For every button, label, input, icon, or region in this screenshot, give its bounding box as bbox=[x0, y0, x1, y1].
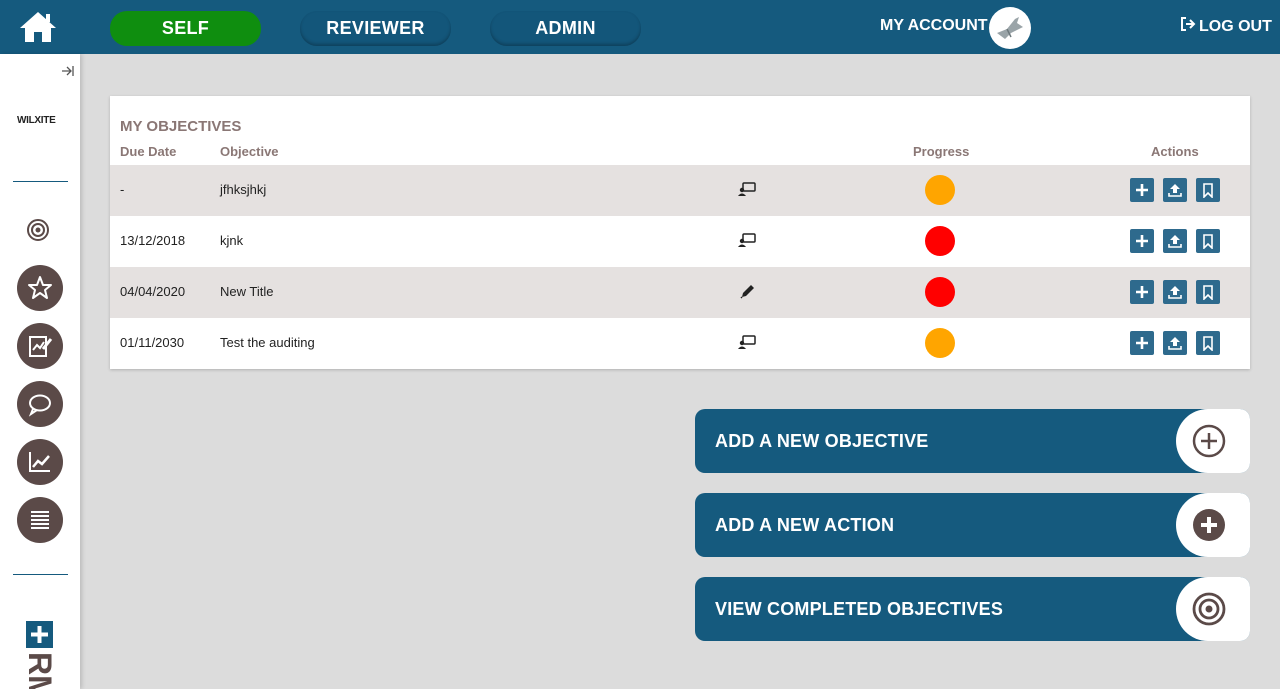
add-action-button[interactable] bbox=[1130, 178, 1154, 202]
cta-icon-holder bbox=[1176, 493, 1250, 557]
objectives-title: MY OBJECTIVES bbox=[120, 118, 242, 135]
my-account-link[interactable]: MY ACCOUNT bbox=[880, 17, 988, 35]
upload-icon[interactable] bbox=[1163, 229, 1187, 253]
nav-tab-admin[interactable]: ADMIN bbox=[490, 11, 641, 46]
home-icon[interactable] bbox=[18, 10, 58, 44]
objective-title[interactable]: jfhksjhkj bbox=[220, 182, 266, 197]
list-icon[interactable] bbox=[17, 497, 63, 543]
table-row[interactable]: 13/12/2018 kjnk bbox=[110, 216, 1250, 267]
nav-tab-reviewer[interactable]: REVIEWER bbox=[300, 11, 451, 46]
view-completed-objectives-button[interactable]: VIEW COMPLETED OBJECTIVES bbox=[695, 577, 1250, 641]
sidebar: WILXITE RM bbox=[0, 54, 80, 689]
sidebar-divider bbox=[13, 181, 68, 182]
chart-icon[interactable] bbox=[17, 439, 63, 485]
cta-icon-holder bbox=[1176, 409, 1250, 473]
table-row[interactable]: 01/11/2030 Test the auditing bbox=[110, 318, 1250, 369]
add-action-button[interactable] bbox=[1130, 280, 1154, 304]
objective-title[interactable]: Test the auditing bbox=[220, 335, 315, 350]
logout-label: LOG OUT bbox=[1199, 17, 1272, 35]
logout-icon bbox=[1180, 17, 1196, 36]
due-date: 13/12/2018 bbox=[120, 233, 186, 248]
upload-icon[interactable] bbox=[1163, 280, 1187, 304]
chat-icon[interactable] bbox=[738, 334, 756, 350]
add-action-button[interactable]: ADD A NEW ACTION bbox=[695, 493, 1250, 557]
progress-indicator bbox=[925, 175, 955, 205]
sidebar-divider bbox=[13, 574, 68, 575]
brand-plus-icon bbox=[26, 621, 53, 648]
add-action-label: ADD A NEW ACTION bbox=[715, 515, 895, 535]
avatar[interactable] bbox=[989, 7, 1031, 49]
upload-icon[interactable] bbox=[1163, 331, 1187, 355]
column-header-progress: Progress bbox=[913, 144, 970, 159]
view-completed-label: VIEW COMPLETED OBJECTIVES bbox=[715, 599, 1004, 619]
nav-tab-self[interactable]: SELF bbox=[110, 11, 261, 46]
bookmark-icon[interactable] bbox=[1196, 280, 1220, 304]
target-icon bbox=[1192, 592, 1226, 626]
chat-icon[interactable] bbox=[738, 181, 756, 197]
bookmark-icon[interactable] bbox=[1196, 178, 1220, 202]
star-icon[interactable] bbox=[17, 265, 63, 311]
edit-icon[interactable] bbox=[17, 323, 63, 369]
add-objective-label: ADD A NEW OBJECTIVE bbox=[715, 431, 929, 451]
cta-icon-holder bbox=[1176, 577, 1250, 641]
due-date: 01/11/2030 bbox=[120, 335, 185, 350]
upload-icon[interactable] bbox=[1163, 178, 1187, 202]
chat-icon[interactable] bbox=[17, 381, 63, 427]
objective-title[interactable]: New Title bbox=[220, 284, 273, 299]
objectives-card: MY OBJECTIVES Due Date Objective Progres… bbox=[110, 96, 1250, 369]
bookmark-icon[interactable] bbox=[1196, 229, 1220, 253]
due-date: 04/04/2020 bbox=[120, 284, 186, 299]
company-logo: WILXITE bbox=[17, 115, 56, 126]
top-bar: SELF REVIEWER ADMIN MY ACCOUNT LOG OUT bbox=[0, 0, 1280, 54]
plus-circle-icon bbox=[1192, 508, 1226, 542]
column-header-due-date: Due Date bbox=[120, 144, 177, 159]
progress-indicator bbox=[925, 277, 955, 307]
chat-icon[interactable] bbox=[738, 232, 756, 248]
bookmark-icon[interactable] bbox=[1196, 331, 1220, 355]
logout-button[interactable]: LOG OUT bbox=[1180, 17, 1272, 36]
pencil-icon[interactable] bbox=[738, 283, 756, 299]
objective-title[interactable]: kjnk bbox=[220, 233, 243, 248]
due-date: - bbox=[120, 182, 125, 197]
plus-circle-outline-icon bbox=[1192, 424, 1226, 458]
collapse-sidebar-icon[interactable] bbox=[61, 65, 75, 80]
add-objective-button[interactable]: ADD A NEW OBJECTIVE bbox=[695, 409, 1250, 473]
column-header-actions: Actions bbox=[1151, 144, 1199, 159]
column-header-objective: Objective bbox=[220, 144, 279, 159]
progress-indicator bbox=[925, 226, 955, 256]
table-row[interactable]: 04/04/2020 New Title bbox=[110, 267, 1250, 318]
add-action-button[interactable] bbox=[1130, 331, 1154, 355]
add-action-button[interactable] bbox=[1130, 229, 1154, 253]
progress-indicator bbox=[925, 328, 955, 358]
brand-logo-text: RM bbox=[22, 652, 58, 689]
table-row[interactable]: - jfhksjhkj bbox=[110, 165, 1250, 216]
target-icon[interactable] bbox=[26, 218, 50, 242]
